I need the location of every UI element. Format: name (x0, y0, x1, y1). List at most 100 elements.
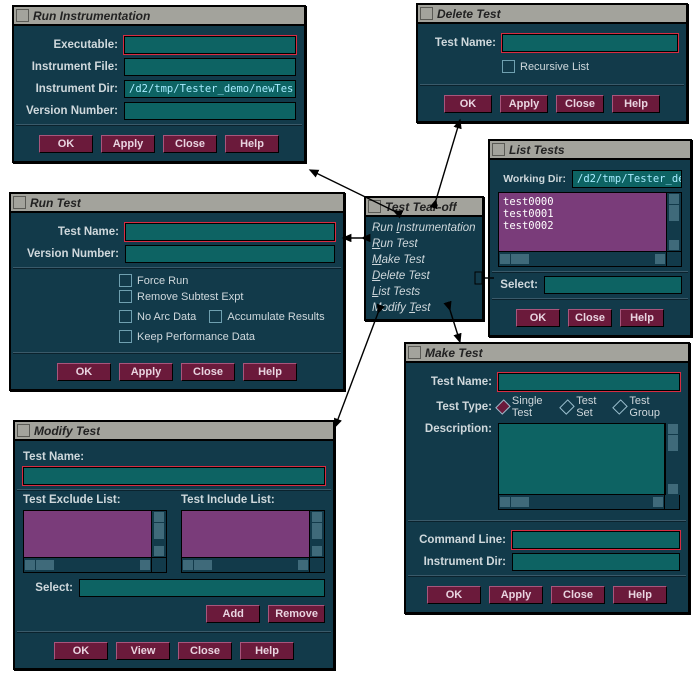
scrollbar-horizontal[interactable] (499, 495, 664, 509)
force-run-checkbox[interactable]: Force Run (119, 274, 188, 287)
no-arc-data-checkbox[interactable]: No Arc Data (119, 310, 196, 323)
test-group-radio[interactable]: Test Group (615, 395, 672, 419)
single-test-radio[interactable]: Single Test (498, 395, 554, 419)
titlebar[interactable]: Delete Test (418, 5, 686, 24)
instrument-dir-input[interactable]: /d2/tmp/Tester_demo/newTes (124, 80, 296, 98)
list-item[interactable]: test0001 (503, 208, 662, 220)
window-menu-icon[interactable] (420, 7, 433, 20)
titlebar[interactable]: Modify Test (15, 422, 333, 441)
version-number-input[interactable] (125, 245, 335, 263)
accumulate-results-checkbox[interactable]: Accumulate Results (209, 310, 324, 323)
ok-button[interactable]: OK (57, 363, 111, 381)
titlebar[interactable]: List Tests (490, 141, 690, 160)
window-menu-icon[interactable] (16, 9, 29, 22)
label-instrument-file: Instrument File: (22, 61, 118, 73)
executable-input[interactable] (124, 36, 296, 54)
label-working-dir: Working Dir: (498, 173, 566, 185)
menu-item[interactable]: Make Test (366, 252, 482, 268)
scrollbar-vertical[interactable] (309, 511, 324, 557)
titlebar[interactable]: Run Test (11, 194, 343, 213)
titlebar[interactable]: Make Test (406, 344, 688, 363)
titlebar[interactable]: Run Instrumentation (14, 7, 304, 26)
scrollbar-vertical[interactable] (151, 511, 166, 557)
ok-button[interactable]: OK (427, 586, 481, 604)
window-menu-icon[interactable] (17, 424, 30, 437)
scrollbar-vertical[interactable] (666, 193, 681, 251)
ok-button[interactable]: OK (39, 135, 93, 153)
tests-listbox[interactable]: test0000test0001test0002 (499, 193, 666, 251)
exclude-listbox[interactable] (24, 511, 151, 557)
menu-item[interactable]: Run Instrumentation (366, 220, 482, 236)
window-title: Delete Test (437, 7, 501, 21)
instrument-file-input[interactable] (124, 58, 296, 76)
scrollbar-horizontal[interactable] (499, 252, 666, 266)
test-name-input[interactable] (23, 467, 325, 485)
close-button[interactable]: Close (163, 135, 217, 153)
ok-button[interactable]: OK (54, 642, 108, 660)
select-input[interactable] (544, 276, 682, 294)
apply-button[interactable]: Apply (489, 586, 543, 604)
recursive-list-checkbox[interactable]: Recursive List (502, 60, 589, 73)
scrollbar-horizontal[interactable] (24, 558, 151, 572)
list-item[interactable]: test0002 (503, 220, 662, 232)
close-button[interactable]: Close (178, 642, 232, 660)
add-button[interactable]: Add (206, 605, 260, 623)
window-delete-test: Delete Test Test Name: Recursive List OK… (416, 3, 688, 123)
menu: Run InstrumentationRun TestMake TestDele… (366, 217, 482, 319)
menu-item[interactable]: Modify Test (366, 300, 482, 316)
menu-item[interactable]: List Tests (366, 284, 482, 300)
menu-item[interactable]: Run Test (366, 236, 482, 252)
label-test-name: Test Name: (19, 226, 119, 238)
view-button[interactable]: View (116, 642, 170, 660)
window-menu-icon[interactable] (13, 196, 26, 209)
help-button[interactable]: Help (613, 586, 667, 604)
titlebar[interactable]: Test Tear-off (366, 198, 482, 217)
menu-item[interactable]: Delete Test (366, 268, 482, 284)
ok-button[interactable]: OK (516, 309, 560, 327)
close-button[interactable]: Close (556, 95, 604, 113)
force-run-label: Force Run (137, 275, 188, 287)
window-title: Modify Test (34, 424, 100, 438)
window-make-test: Make Test Test Name: Test Type: Single T… (404, 342, 690, 614)
window-menu-icon[interactable] (408, 346, 421, 359)
scrollbar-vertical[interactable] (665, 423, 680, 495)
help-button[interactable]: Help (225, 135, 279, 153)
help-button[interactable]: Help (612, 95, 660, 113)
window-run-test: Run Test Test Name: Version Number: Forc… (9, 192, 345, 391)
window-test-tear-off: Test Tear-off Run InstrumentationRun Tes… (364, 196, 484, 321)
label-executable: Executable: (22, 39, 118, 51)
window-menu-icon[interactable] (368, 200, 381, 213)
test-set-radio[interactable]: Test Set (562, 395, 607, 419)
close-button[interactable]: Close (551, 586, 605, 604)
remove-button[interactable]: Remove (268, 605, 325, 623)
test-name-input[interactable] (498, 373, 680, 391)
command-line-input[interactable] (512, 531, 680, 549)
ok-button[interactable]: OK (444, 95, 492, 113)
apply-button[interactable]: Apply (119, 363, 173, 381)
keep-performance-data-checkbox[interactable]: Keep Performance Data (119, 330, 255, 343)
working-dir-input[interactable]: /d2/tmp/Tester_demo (572, 170, 682, 188)
window-title: Test Tear-off (385, 200, 457, 214)
recursive-list-label: Recursive List (520, 61, 589, 73)
instrument-dir-input[interactable] (512, 553, 680, 571)
list-item[interactable]: test0000 (503, 196, 662, 208)
scrollbar-horizontal[interactable] (182, 558, 309, 572)
test-name-input[interactable] (125, 223, 335, 241)
help-button[interactable]: Help (620, 309, 664, 327)
remove-subtest-checkbox[interactable]: Remove Subtest Expt (119, 290, 243, 303)
version-number-input[interactable] (124, 102, 296, 120)
help-button[interactable]: Help (240, 642, 294, 660)
label-test-name: Test Name: (414, 376, 492, 388)
close-button[interactable]: Close (568, 309, 612, 327)
test-group-label: Test Group (629, 395, 672, 419)
apply-button[interactable]: Apply (500, 95, 548, 113)
apply-button[interactable]: Apply (101, 135, 155, 153)
include-listbox[interactable] (182, 511, 309, 557)
window-menu-icon[interactable] (492, 143, 505, 156)
close-button[interactable]: Close (181, 363, 235, 381)
description-textarea[interactable] (498, 423, 665, 495)
select-input[interactable] (79, 579, 325, 597)
help-button[interactable]: Help (243, 363, 297, 381)
window-title: List Tests (509, 143, 565, 157)
test-name-input[interactable] (502, 34, 678, 52)
